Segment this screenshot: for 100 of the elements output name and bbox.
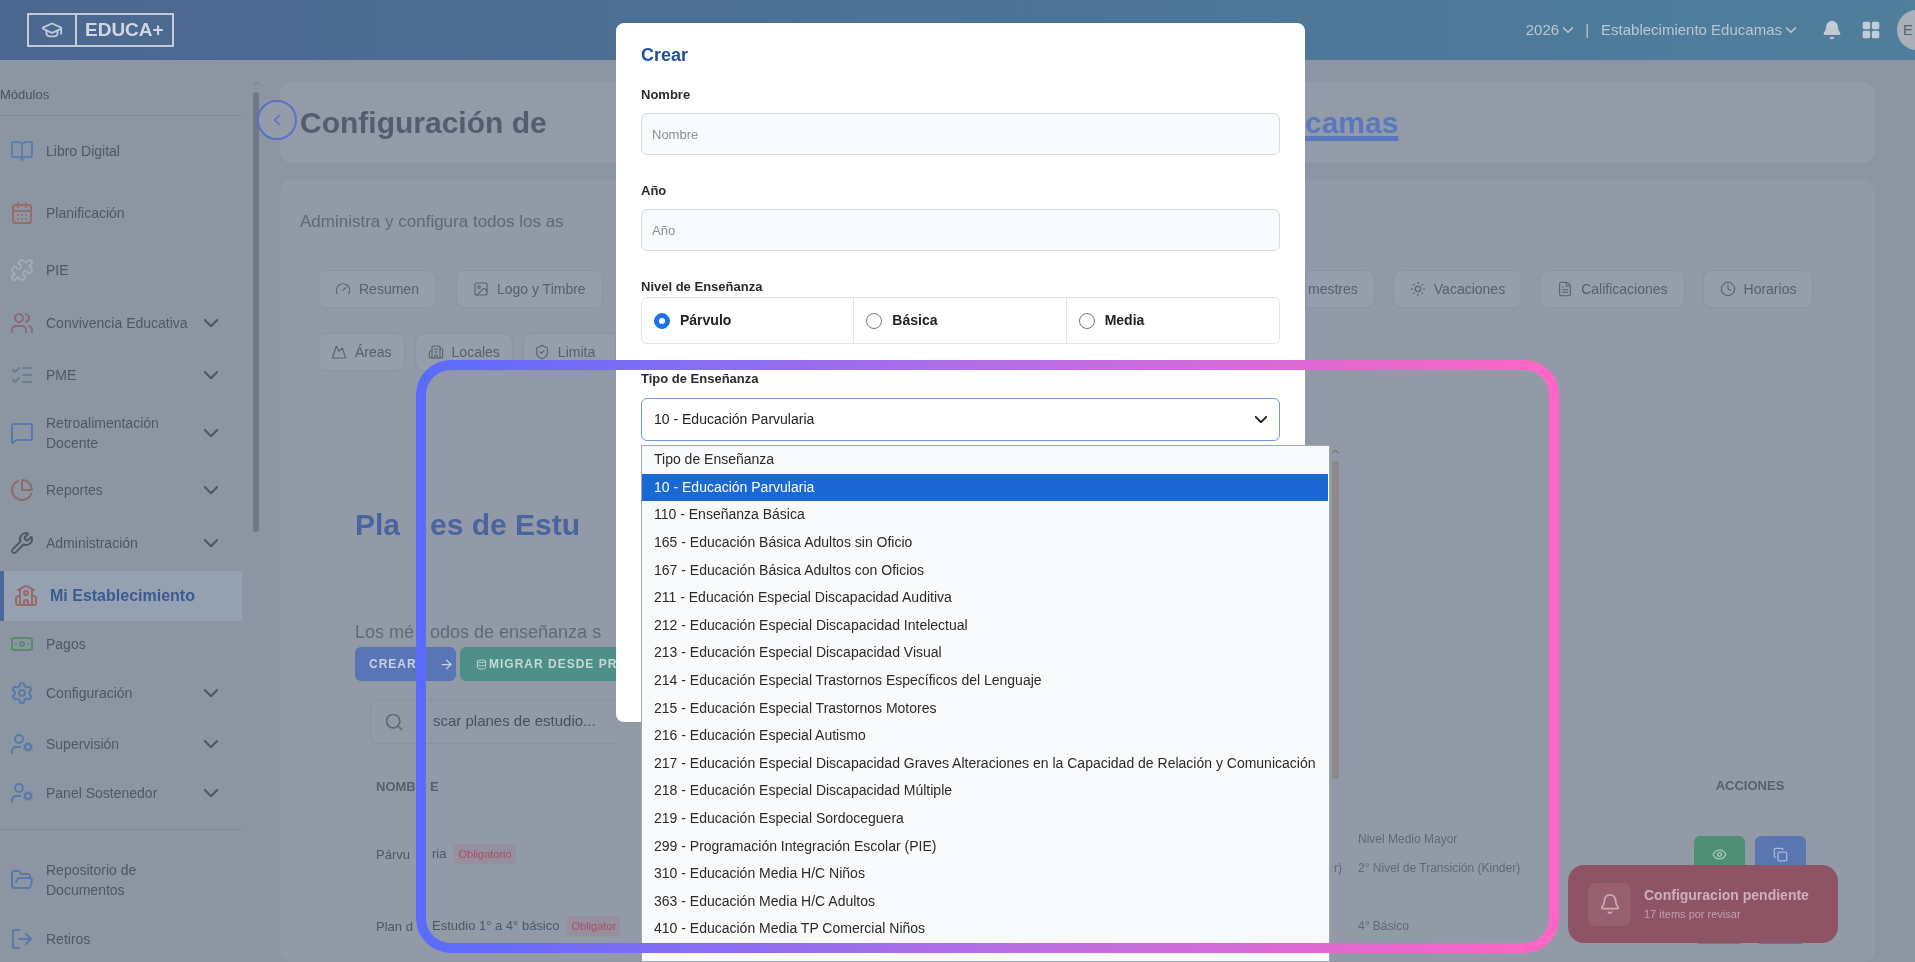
sidebar-item[interactable]: PME <box>0 349 242 401</box>
dropdown-option[interactable]: 110 - Enseñanza Básica <box>642 501 1328 529</box>
select-field[interactable]: 10 - Educación Parvularia <box>641 398 1280 441</box>
dropdown-option[interactable]: 215 - Educación Especial Trastornos Motores <box>642 694 1328 722</box>
sidebar-item[interactable]: Convivencia Educativa <box>0 296 242 349</box>
sidebar-item[interactable]: Libro Digital <box>0 120 242 182</box>
chat-icon <box>10 421 34 445</box>
building-icon <box>427 344 444 360</box>
chevron-down-icon <box>1786 27 1796 33</box>
column-header: E <box>430 779 439 794</box>
copy-icon <box>1773 846 1788 862</box>
create-button[interactable]: CREAR <box>355 647 456 681</box>
chevron-down-icon <box>204 429 218 437</box>
sidebar-item[interactable]: PIE <box>0 244 242 296</box>
establishment-selector[interactable]: Establecimiento Educamas <box>1601 18 1796 42</box>
puzzle-icon <box>10 258 34 282</box>
eye-icon <box>1712 846 1727 862</box>
sidebar-item[interactable]: Mi Establecimiento <box>0 571 242 621</box>
user-gear-icon <box>10 731 34 756</box>
bell-icon[interactable] <box>1822 20 1842 40</box>
sidebar-item[interactable]: Administración <box>0 515 242 571</box>
notification-toast[interactable]: Configuracion pendiente 17 items por revisar <box>1568 865 1838 943</box>
scrollbar-thumb[interactable] <box>1331 461 1339 779</box>
dropdown-option[interactable]: 213 - Educación Especial Discapacidad Visual <box>642 639 1328 667</box>
dropdown-option[interactable]: 216 - Educación Especial Autismo <box>642 721 1328 750</box>
arrow-right-icon <box>438 656 454 672</box>
grid-icon[interactable] <box>1861 20 1881 40</box>
radio-button[interactable] <box>654 312 670 329</box>
avatar[interactable]: E <box>1897 10 1915 50</box>
tab[interactable]: Calificaciones <box>1540 270 1685 308</box>
text-field[interactable]: Nombre <box>641 113 1280 155</box>
page-title: Configuración de <box>300 106 547 139</box>
dropdown-option[interactable]: 363 - Educación Media H/C Adultos <box>642 887 1328 916</box>
school-icon <box>14 584 38 608</box>
dropdown-option[interactable]: 219 - Educación Especial Sordoceguera <box>642 804 1328 833</box>
dropdown-option[interactable]: 310 - Educación Media H/C Niños <box>642 859 1328 888</box>
dropdown-option[interactable]: Tipo de Enseñanza <box>642 446 1328 474</box>
chevron-down-icon <box>204 539 218 547</box>
sidebar-item[interactable]: Retroalimentación Docente <box>0 401 242 465</box>
document-icon <box>1557 281 1574 297</box>
dropdown-option[interactable]: 410 - Educación Media TP Comercial Niños <box>642 915 1328 943</box>
dropdown-option[interactable]: 10 - Educación Parvularia <box>642 473 1328 502</box>
dropdown-option[interactable]: 211 - Educación Especial Discapacidad Auditiva <box>642 583 1328 612</box>
sidebar-item[interactable]: Reportes <box>0 465 242 515</box>
plan-name: Estudio 1° a 4° básico <box>432 917 560 936</box>
sidebar-item[interactable]: Pagos <box>0 621 242 667</box>
chevron-down-icon <box>204 789 218 797</box>
radio-button[interactable] <box>1078 312 1095 329</box>
scrollbar-thumb[interactable] <box>253 92 259 532</box>
chevron-down-icon <box>204 371 218 379</box>
tab[interactable]: Resumen <box>318 270 436 308</box>
radio-button[interactable] <box>866 312 883 329</box>
wrench-icon <box>10 531 34 555</box>
required-badge: Obligator <box>567 915 621 937</box>
chevron-down-icon <box>204 689 218 697</box>
search-field[interactable]: scar planes de estudio... <box>370 699 616 744</box>
year-selector[interactable]: 2026 <box>1525 18 1574 42</box>
bell-icon <box>1598 893 1621 915</box>
plan-name: Plan d <box>376 919 413 934</box>
tab[interactable]: Logo y Timbre <box>455 270 603 308</box>
radio-option[interactable]: Párvulo <box>642 298 855 343</box>
dropdown-option[interactable]: 167 - Educación Básica Adultos con Oficios <box>642 556 1328 584</box>
dropdown-option[interactable]: 299 - Programación Integración Escolar (PIE) <box>642 832 1328 860</box>
sidebar-item[interactable]: Configuración <box>0 667 242 719</box>
tab[interactable]: Vacaciones <box>1392 270 1523 308</box>
chevron-down-icon <box>1563 27 1574 33</box>
establishment-link[interactable]: camas <box>1305 100 1399 145</box>
tab[interactable]: Horarios <box>1702 270 1814 308</box>
dropdown-option[interactable]: 217 - Educación Especial Discapacidad Graves Alteraciones en la Capacidad de Relación y Comunicación <box>642 749 1328 778</box>
separator: | <box>1585 19 1590 40</box>
exit-icon <box>10 927 34 951</box>
dropdown-option[interactable]: 218 - Educación Especial Discapacidad Múltiple <box>642 777 1328 805</box>
sidebar-item[interactable]: Retiros <box>0 916 250 962</box>
field-label: Año <box>641 182 668 200</box>
scroll-up-icon[interactable] <box>1329 446 1341 457</box>
required-badge: Obligatorio <box>454 843 516 865</box>
text-field[interactable]: Año <box>641 209 1280 251</box>
section-title: Pla <box>355 507 401 541</box>
dropdown-option[interactable]: 212 - Educación Especial Discapacidad Intelectual <box>642 611 1328 640</box>
tab[interactable]: Áreas <box>318 333 405 371</box>
section-title: es de Estu <box>430 507 581 541</box>
sidebar-item[interactable]: Planificación <box>0 182 242 244</box>
calendar-icon <box>10 201 34 225</box>
sun-icon <box>1409 281 1426 297</box>
dropdown-option[interactable]: 165 - Educación Básica Adultos sin Oficio <box>642 528 1328 557</box>
logo[interactable]: EDUCA+ <box>27 13 174 47</box>
chevron-down-icon <box>204 739 218 748</box>
user-gear-icon <box>10 781 34 805</box>
mountain-icon <box>331 344 347 360</box>
sidebar-item[interactable]: Panel Sostenedor <box>0 768 242 818</box>
people-icon <box>10 310 34 335</box>
radio-option[interactable]: Media <box>1066 298 1279 343</box>
dropdown-option[interactable]: 214 - Educación Especial Trastornos Específicos del Lenguaje <box>642 666 1328 695</box>
tab[interactable]: mestres <box>1305 270 1375 308</box>
radio-option[interactable]: Básica <box>854 298 1067 343</box>
sidebar-item[interactable]: Supervisión <box>0 719 242 768</box>
toast-subtitle: 17 items por revisar <box>1644 907 1742 923</box>
migrate-button[interactable]: MIGRAR DESDE PR <box>460 647 616 681</box>
column-header: ACCIONES <box>1715 777 1785 796</box>
sidebar-item[interactable]: Repositorio de Documentos <box>0 844 250 916</box>
